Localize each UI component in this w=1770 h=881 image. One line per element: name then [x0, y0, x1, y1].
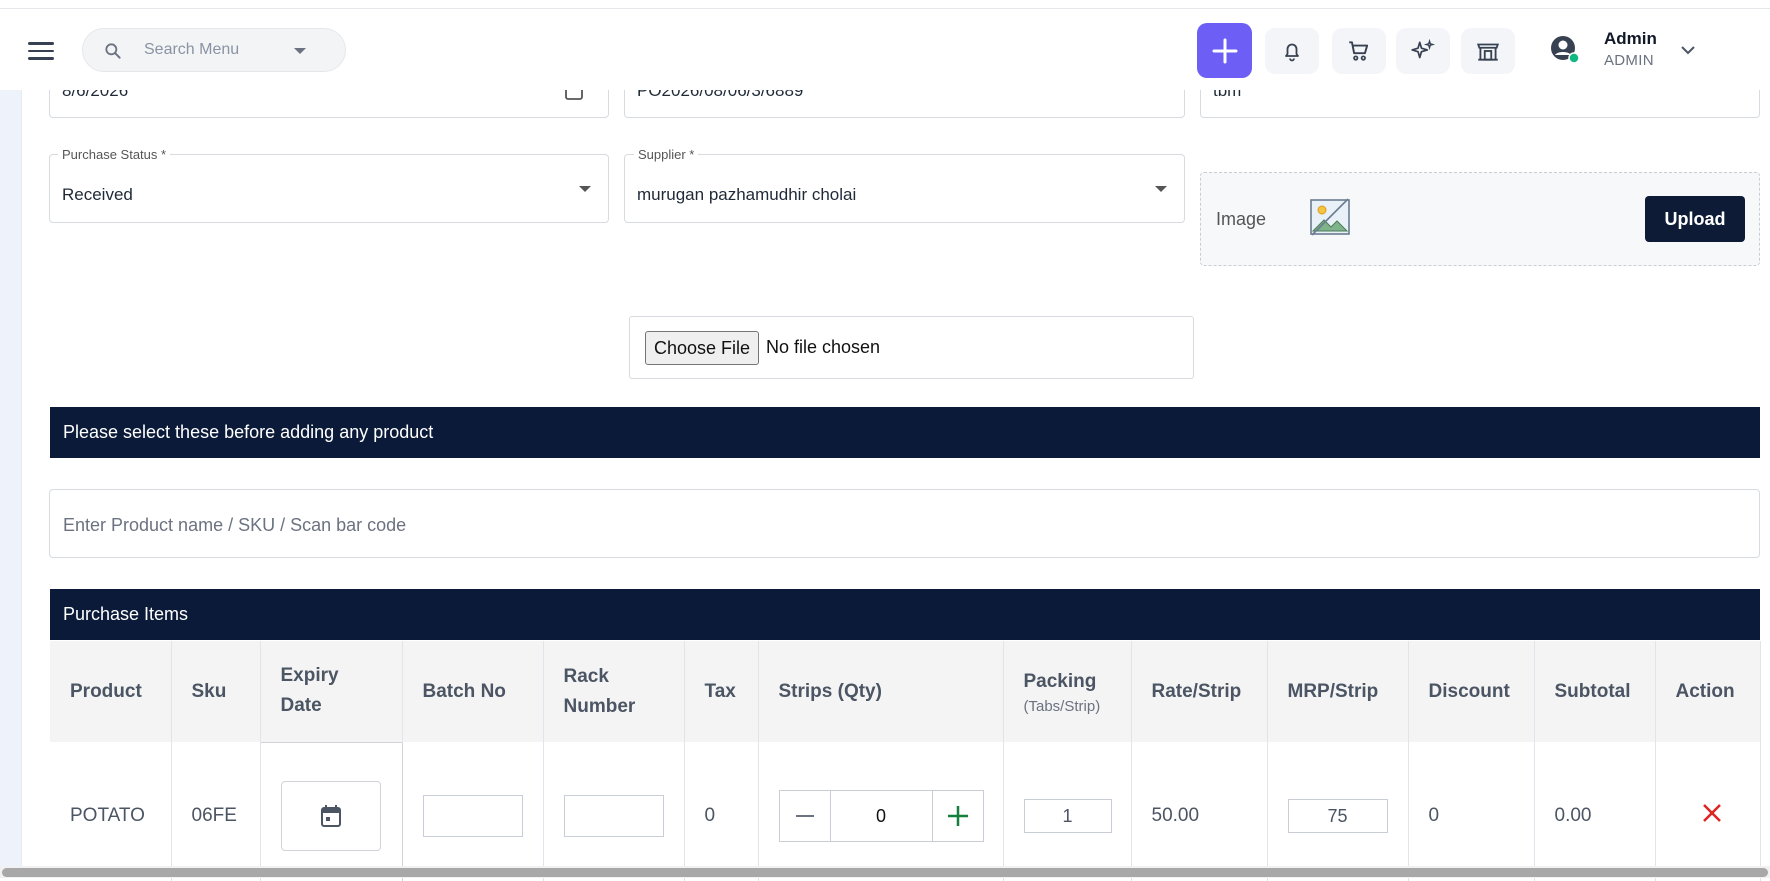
calendar-icon — [320, 805, 341, 827]
supplier-label: Supplier * — [634, 147, 699, 162]
increment-button[interactable] — [933, 791, 983, 841]
bell-icon — [1285, 43, 1299, 62]
column-header-sku: Sku — [171, 641, 261, 742]
column-header-strips: Strips (Qty) — [758, 641, 1004, 742]
menu-toggle-icon[interactable] — [28, 42, 54, 62]
cell-product: POTATO — [50, 742, 172, 881]
decrement-button[interactable] — [780, 791, 830, 841]
cart-icon — [1349, 41, 1369, 61]
store-button[interactable] — [1461, 28, 1515, 74]
column-header-expiry: Expiry Date — [260, 641, 403, 742]
purchase-status-value: Received — [62, 185, 133, 204]
table-header-row: Product Sku Expiry Date Batch No Rack Nu… — [50, 641, 1761, 742]
quantity-stepper: 0 — [778, 790, 984, 842]
cell-mrp: 75 — [1267, 742, 1409, 881]
ai-assist-button[interactable] — [1396, 28, 1450, 74]
user-name[interactable]: Admin — [1604, 29, 1657, 49]
quantity-input[interactable]: 0 — [829, 791, 933, 841]
column-header-mrp: MRP/Strip — [1267, 641, 1409, 742]
sparkle-icon — [1411, 38, 1436, 59]
notice-text: Please select these before adding any pr… — [63, 422, 434, 442]
purchase-status-select[interactable]: Received — [49, 154, 609, 223]
purchase-items-table: Product Sku Expiry Date Batch No Rack Nu… — [50, 641, 1761, 881]
purchase-status-label: Purchase Status * — [58, 147, 171, 162]
cell-subtotal: 0.00 — [1534, 742, 1656, 881]
column-header-discount: Discount — [1408, 641, 1535, 742]
cell-expiry — [259, 741, 403, 881]
search-icon — [105, 43, 121, 59]
batch-no-input[interactable] — [422, 795, 523, 837]
product-search-placeholder: Enter Product name / SKU / Scan bar code — [63, 515, 407, 535]
cell-packing: 1 — [1003, 742, 1132, 881]
scrollbar-thumb[interactable] — [2, 868, 1768, 877]
chevron-down-icon[interactable] — [1680, 44, 1696, 56]
plus-icon — [947, 806, 968, 826]
column-header-action: Action — [1655, 641, 1761, 742]
table-row: POTATO 06FE 0 0 1 50.00 75 0 0.00 — [50, 741, 1761, 881]
expiry-date-input[interactable] — [280, 781, 381, 851]
cell-batch — [402, 742, 544, 881]
column-header-subtotal: Subtotal — [1534, 641, 1656, 742]
user-role: ADMIN — [1604, 52, 1654, 69]
packing-input[interactable]: 1 — [1023, 799, 1112, 833]
image-label: Image — [1216, 209, 1267, 229]
upload-button[interactable]: Upload — [1645, 196, 1745, 242]
column-header-batch: Batch No — [402, 641, 544, 742]
file-input: Choose File No file chosen — [629, 316, 1194, 379]
top-edge — [0, 0, 1770, 9]
search-menu[interactable]: Search Menu — [82, 28, 346, 72]
packing-header-label: Packing — [1023, 670, 1097, 692]
cell-action — [1655, 742, 1761, 881]
notice-banner: Please select these before adding any pr… — [50, 407, 1760, 458]
column-header-tax: Tax — [684, 641, 759, 742]
column-header-rate: Rate/Strip — [1131, 641, 1268, 742]
image-placeholder-icon — [1310, 198, 1350, 236]
avatar[interactable] — [1549, 34, 1581, 66]
close-icon[interactable] — [1702, 803, 1722, 823]
supplier-select[interactable]: murugan pazhamudhir cholai — [624, 154, 1185, 223]
product-search-input[interactable]: Enter Product name / SKU / Scan bar code — [49, 489, 1760, 558]
user-icon — [1551, 36, 1580, 64]
sidebar-collapsed — [0, 90, 22, 870]
cart-button[interactable] — [1332, 28, 1386, 74]
column-header-packing: Packing (Tabs/Strip) — [1003, 641, 1132, 742]
search-placeholder: Search Menu — [144, 41, 240, 58]
search-dropdown-icon[interactable] — [294, 48, 306, 54]
cell-discount: 0 — [1408, 742, 1535, 881]
choose-file-button[interactable]: Choose File — [645, 331, 760, 365]
column-header-rack: Rack Number — [543, 641, 685, 742]
column-header-product: Product — [50, 641, 172, 742]
cell-rack — [543, 742, 685, 881]
image-upload-panel: Image Upload — [1200, 172, 1760, 266]
cell-sku: 06FE — [171, 742, 261, 881]
cell-rate: 50.00 — [1131, 742, 1268, 881]
rack-number-input[interactable] — [563, 795, 664, 837]
dropdown-arrow-icon — [579, 186, 591, 192]
purchase-items-header: Purchase Items — [50, 589, 1760, 640]
cell-strips: 0 — [758, 742, 1004, 881]
store-icon — [1476, 43, 1500, 61]
purchase-items-title: Purchase Items — [63, 604, 189, 624]
horizontal-scrollbar[interactable] — [0, 866, 1770, 878]
top-header: Search Menu Admin ADMIN — [0, 10, 1770, 90]
mrp-input[interactable]: 75 — [1287, 799, 1388, 833]
file-status-text: No file chosen — [766, 337, 881, 357]
quick-add-button[interactable] — [1197, 23, 1252, 78]
notifications-button[interactable] — [1265, 28, 1319, 74]
plus-icon — [1212, 38, 1237, 63]
minus-icon — [795, 815, 814, 817]
cell-tax: 0 — [684, 742, 759, 881]
dropdown-arrow-icon — [1155, 186, 1167, 192]
supplier-value: murugan pazhamudhir cholai — [637, 185, 857, 204]
packing-header-sub: (Tabs/Strip) — [1023, 697, 1101, 715]
